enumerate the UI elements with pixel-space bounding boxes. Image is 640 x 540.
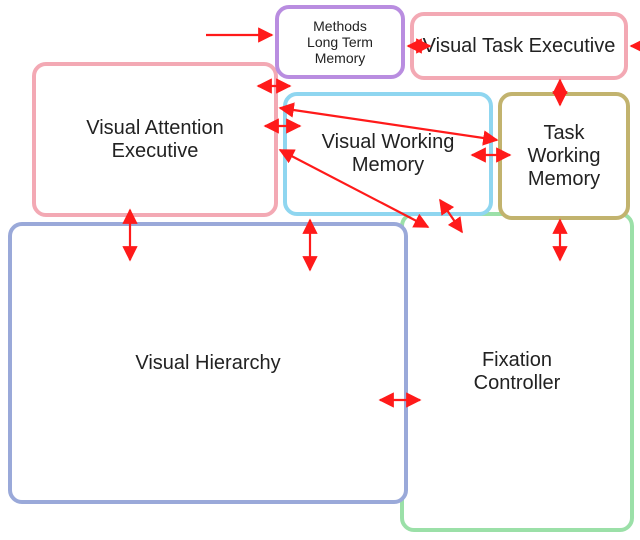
label-methods-long-term-memory: Methods Long Term Memory <box>307 18 373 66</box>
label-visual-working-memory: Visual Working Memory <box>322 131 455 177</box>
label-visual-attention-executive: Visual Attention Executive <box>86 117 224 163</box>
box-methods-long-term-memory: Methods Long Term Memory <box>275 5 405 79</box>
box-fixation-controller: Fixation Controller <box>400 212 634 532</box>
box-task-working-memory: Task Working Memory <box>498 92 630 220</box>
box-visual-hierarchy: Visual Hierarchy <box>8 222 408 504</box>
label-fixation-controller: Fixation Controller <box>474 349 561 395</box>
label-task-working-memory: Task Working Memory <box>506 122 622 191</box>
box-visual-attention-executive: Visual Attention Executive <box>32 62 278 217</box>
label-visual-task-executive: Visual Task Executive <box>423 35 616 58</box>
box-visual-working-memory: Visual Working Memory <box>283 92 493 216</box>
box-visual-task-executive: Visual Task Executive <box>410 12 628 80</box>
label-visual-hierarchy: Visual Hierarchy <box>135 352 280 375</box>
